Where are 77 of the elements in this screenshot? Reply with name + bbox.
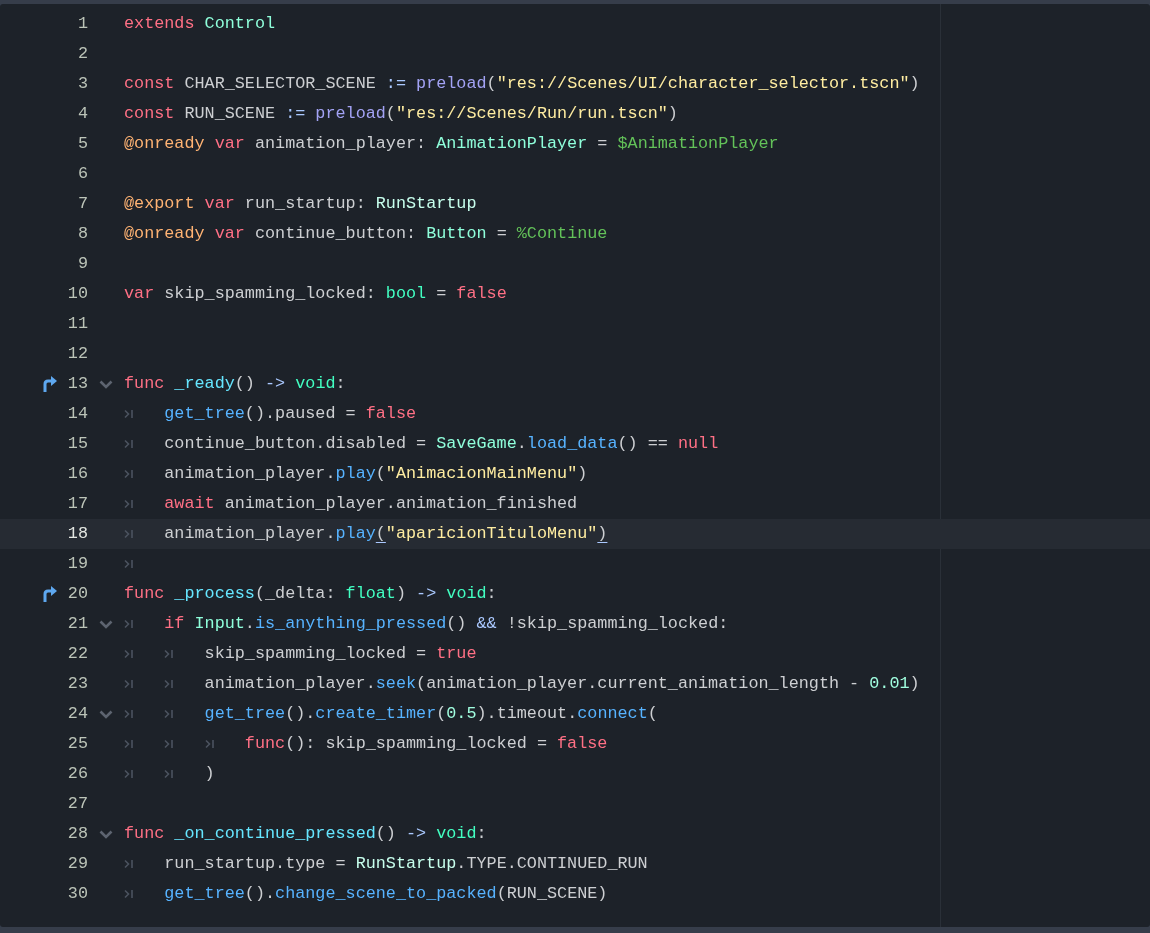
tab-icon (124, 499, 133, 509)
line-number: 29 (66, 853, 88, 876)
tab-icon (124, 709, 133, 719)
fold-caret-icon[interactable] (99, 709, 113, 719)
tab-icon (124, 859, 133, 869)
line-number: 25 (66, 733, 88, 756)
code-line: get_tree().paused = false (164, 403, 417, 426)
line-number: 27 (66, 793, 88, 816)
code-line: func _process(_delta: float) -> void: (124, 583, 497, 606)
line-number: 9 (76, 253, 88, 276)
code-line: if Input.is_anything_pressed() && !skip_spamming_locked: (164, 613, 729, 636)
fold-caret-icon[interactable] (99, 829, 113, 839)
fold-caret-icon[interactable] (99, 619, 113, 629)
fold-caret-icon[interactable] (99, 379, 113, 389)
line-number: 23 (66, 673, 88, 696)
line-number: 1 (76, 13, 88, 36)
code-line: func _on_continue_pressed() -> void: (124, 823, 487, 846)
line-number: 20 (66, 583, 88, 606)
line-number: 2 (76, 43, 88, 66)
code-line: @export var run_startup: RunStartup (124, 193, 477, 216)
tab-icon (164, 769, 174, 779)
tab-icon (164, 709, 174, 719)
code-line: run_startup.type = RunStartup.TYPE.CONTINUED_RUN (164, 853, 648, 876)
tab-icon (124, 769, 133, 779)
code-line: func _ready() -> void: (124, 373, 346, 396)
line-number: 12 (66, 343, 88, 366)
tab-icon (124, 469, 133, 479)
line-number: 22 (66, 643, 88, 666)
code-line: extends Control (124, 13, 276, 36)
line-number: 16 (66, 463, 88, 486)
line-number: 21 (66, 613, 88, 636)
code-line: ) (204, 763, 215, 786)
line-number: 5 (76, 133, 88, 156)
code-line: animation_player.play("aparicionTituloMenu") (164, 523, 608, 546)
code-line: const RUN_SCENE := preload("res://Scenes/Run/run.tscn") (124, 103, 678, 126)
line-number: 13 (66, 373, 88, 396)
tab-icon (124, 679, 133, 689)
tab-icon (124, 739, 133, 749)
line-number: 3 (76, 73, 88, 96)
tab-icon (164, 679, 174, 689)
line-number: 28 (66, 823, 88, 846)
line-number: 24 (66, 703, 88, 726)
line-number: 11 (66, 313, 88, 336)
code-line: animation_player.play("AnimacionMainMenu") (164, 463, 588, 486)
tab-icon (124, 649, 133, 659)
tab-icon (204, 739, 214, 749)
code-line: @onready var animation_player: AnimationPlayer = $AnimationPlayer (124, 133, 779, 156)
code-line: get_tree().create_timer(0.5).timeout.connect( (204, 703, 658, 726)
tab-icon (124, 889, 133, 899)
tab-icon (124, 529, 133, 539)
code-line: continue_button.disabled = SaveGame.load_data() == null (164, 433, 719, 456)
line-number: 18 (66, 523, 88, 546)
code-line: animation_player.seek(animation_player.current_animation_length - 0.01) (204, 673, 920, 696)
tab-icon (124, 559, 133, 569)
line-number: 10 (66, 283, 88, 306)
tab-icon (124, 619, 133, 629)
line-number: 4 (76, 103, 88, 126)
code-line: get_tree().change_scene_to_packed(RUN_SCENE) (164, 883, 608, 906)
line-number: 17 (66, 493, 88, 516)
tab-icon (164, 649, 174, 659)
line-number: 19 (66, 553, 88, 576)
code-line: @onready var continue_button: Button = %Continue (124, 223, 608, 246)
code-line: await animation_player.animation_finished (164, 493, 578, 516)
line-number: 8 (76, 223, 88, 246)
line-number: 6 (76, 163, 88, 186)
line-number: 26 (66, 763, 88, 786)
line-number: 14 (66, 403, 88, 426)
line-number: 15 (66, 433, 88, 456)
code-line: skip_spamming_locked = true (204, 643, 477, 666)
tab-icon (124, 439, 133, 449)
code-line: var skip_spamming_locked: bool = false (124, 283, 507, 306)
code-line: const CHAR_SELECTOR_SCENE := preload("res://Scenes/UI/character_selector.tscn") (124, 73, 920, 96)
tab-icon (124, 409, 133, 419)
line-number: 30 (66, 883, 88, 906)
line-number: 7 (76, 193, 88, 216)
code-line: func(): skip_spamming_locked = false (244, 733, 608, 756)
tab-icon (164, 739, 174, 749)
